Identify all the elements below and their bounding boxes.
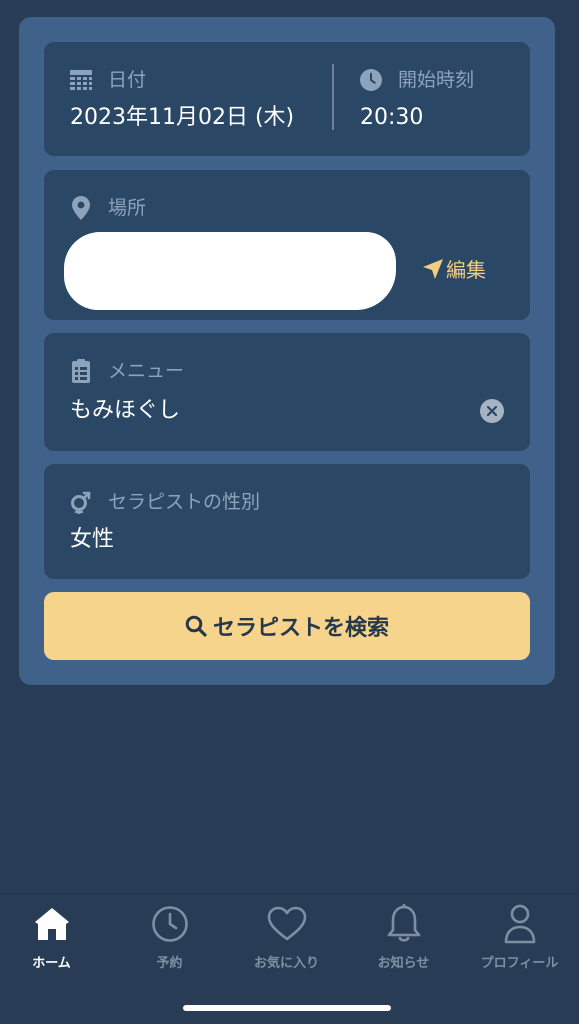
list-icon xyxy=(70,359,92,383)
navigation-arrow-icon xyxy=(422,258,444,280)
user-icon xyxy=(500,904,540,944)
therapist-gender-label: セラピストの性別 xyxy=(108,491,261,513)
location-value-redacted xyxy=(64,232,396,310)
home-icon xyxy=(32,904,72,944)
search-screen: 日付 2023年11月02日 (木) 開始時刻 20:30 場所 編集 メニュー… xyxy=(0,0,579,1024)
menu-clear-button[interactable] xyxy=(480,399,504,423)
tab-reservations-label: 予約 xyxy=(156,956,183,971)
tab-favorites-label: お気に入り xyxy=(253,956,319,971)
start-time-picker[interactable]: 開始時刻 20:30 xyxy=(336,42,530,156)
start-time-label: 開始時刻 xyxy=(398,69,475,91)
gender-icon xyxy=(70,491,92,514)
tab-profile-label: プロフィール xyxy=(480,956,559,971)
clock-icon xyxy=(150,904,190,944)
tab-notifications-label: お知らせ xyxy=(377,956,430,971)
tab-reservations[interactable]: 予約 xyxy=(112,904,227,974)
start-time-value: 20:30 xyxy=(360,105,424,130)
datetime-field: 日付 2023年11月02日 (木) 開始時刻 20:30 xyxy=(44,42,530,156)
search-icon xyxy=(185,615,207,637)
location-edit-label: 編集 xyxy=(446,258,486,282)
therapist-gender-field[interactable]: セラピストの性別 女性 xyxy=(44,464,530,579)
tab-profile[interactable]: プロフィール xyxy=(462,904,577,974)
map-pin-icon xyxy=(70,196,92,220)
date-label: 日付 xyxy=(108,69,147,91)
heart-icon xyxy=(267,904,307,944)
bell-icon xyxy=(384,904,424,944)
tab-favorites[interactable]: お気に入り xyxy=(229,904,344,974)
menu-label: メニュー xyxy=(108,360,185,382)
menu-field[interactable]: メニュー もみほぐし xyxy=(44,333,530,451)
tab-home-label: ホーム xyxy=(32,956,71,971)
location-label: 場所 xyxy=(108,197,147,219)
tab-notifications[interactable]: お知らせ xyxy=(346,904,461,974)
tab-home[interactable]: ホーム xyxy=(0,904,109,974)
calendar-icon xyxy=(70,69,92,91)
home-indicator xyxy=(183,1005,391,1011)
therapist-gender-value: 女性 xyxy=(70,527,115,552)
field-divider xyxy=(332,64,334,130)
search-button-label: セラピストを検索 xyxy=(212,616,389,641)
close-icon xyxy=(487,406,497,416)
date-value: 2023年11月02日 (木) xyxy=(70,105,295,130)
location-edit-button[interactable]: 編集 xyxy=(422,254,486,283)
date-picker[interactable]: 日付 2023年11月02日 (木) xyxy=(44,42,332,156)
location-field[interactable]: 場所 編集 xyxy=(44,170,530,320)
search-therapist-button[interactable]: セラピストを検索 xyxy=(44,592,530,660)
clock-icon xyxy=(360,69,382,91)
menu-value: もみほぐし xyxy=(70,398,181,423)
